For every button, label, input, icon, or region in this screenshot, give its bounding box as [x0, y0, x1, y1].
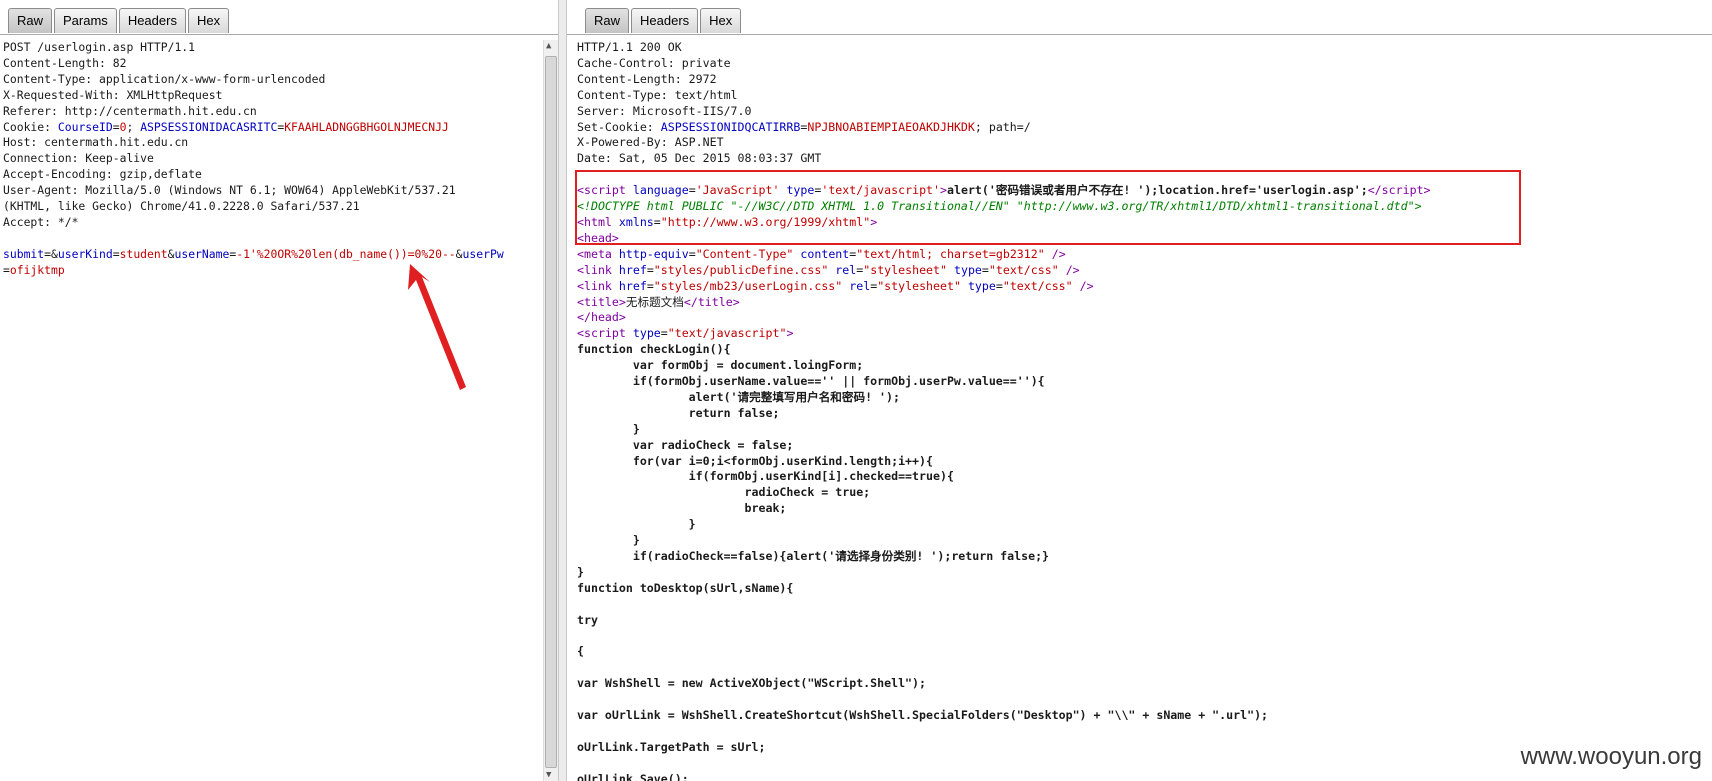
arrow-icon	[408, 264, 466, 390]
annotation-arrow	[408, 264, 466, 390]
